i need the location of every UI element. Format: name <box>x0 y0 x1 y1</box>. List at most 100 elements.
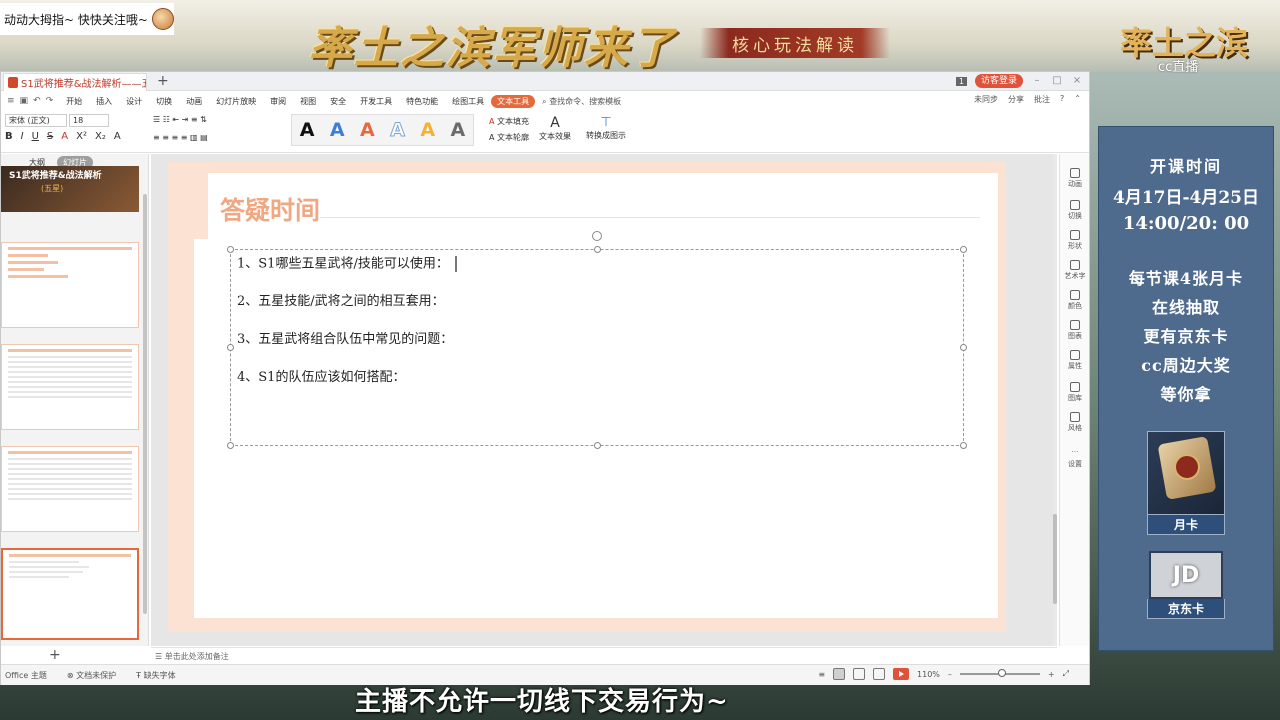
canvas-scrollbar[interactable] <box>1053 154 1057 646</box>
sidebar-chart[interactable]: 图表 <box>1060 320 1090 341</box>
save-icon[interactable]: ▣ <box>20 96 29 106</box>
undo-icon[interactable]: ↶ <box>33 96 41 106</box>
slide-thumbnail-1[interactable]: S1武将推荐&战法解析 (五星) <box>1 166 139 212</box>
text-style-option[interactable]: A <box>420 119 435 141</box>
chevron-up-icon[interactable]: ⌃ <box>1074 94 1081 105</box>
text-effect-icon: A <box>550 115 560 131</box>
text-outline-button[interactable]: A 文本轮廓 <box>489 132 529 143</box>
convert-diagram-button[interactable]: ⊤ 转换成图示 <box>586 115 626 141</box>
subscript-button[interactable]: X₂ <box>95 131 106 142</box>
menu-slideshow[interactable]: 幻灯片放映 <box>209 96 263 107</box>
sidebar-settings[interactable]: ··· 设置 <box>1060 448 1090 469</box>
new-tab-button[interactable]: + <box>157 73 169 89</box>
minimize-icon[interactable]: – <box>1031 75 1043 87</box>
menu-drawing-tools[interactable]: 绘图工具 <box>445 96 491 107</box>
zoom-out-icon[interactable]: – <box>948 670 952 679</box>
menu-design[interactable]: 设计 <box>119 96 149 107</box>
comment-button[interactable]: 批注 <box>1034 94 1050 105</box>
text-style-option[interactable]: A <box>300 119 315 141</box>
sidebar-wordart[interactable]: 艺术字 <box>1060 260 1090 281</box>
text-effect-button[interactable]: A 文本效果 <box>539 115 571 142</box>
sidebar-transition[interactable]: 切换 <box>1060 200 1090 221</box>
menu-review[interactable]: 审阅 <box>263 96 293 107</box>
sidebar-color[interactable]: 颜色 <box>1060 290 1090 311</box>
notes-toggle-icon[interactable]: ≡ <box>818 670 825 679</box>
zoom-slider[interactable] <box>959 669 1040 677</box>
font-name-select[interactable]: 宋体 (正文) <box>5 114 67 127</box>
resize-handle[interactable] <box>227 442 234 449</box>
resize-handle[interactable] <box>960 344 967 351</box>
sidebar-shape[interactable]: 形状 <box>1060 230 1090 251</box>
selected-text-box[interactable]: 1、S1哪些五星武将/技能可以使用： 2、五星技能/武将之间的相互套用： 3、五… <box>227 231 967 449</box>
zoom-slider-knob[interactable] <box>997 669 1006 677</box>
resize-handle[interactable] <box>227 246 234 253</box>
login-button[interactable]: 访客登录 <box>974 74 1023 88</box>
font-color-button[interactable]: A <box>61 131 68 142</box>
canvas-scroll-thumb[interactable] <box>1053 514 1057 604</box>
sidebar-gallery[interactable]: 图库 <box>1060 382 1090 403</box>
help-icon[interactable]: ? <box>1060 94 1064 105</box>
sorter-view-icon[interactable] <box>853 668 866 680</box>
rotate-handle[interactable] <box>592 231 602 241</box>
menu-icon[interactable]: ≡ <box>7 96 15 106</box>
document-tab[interactable]: S1武将推荐&战法解析——五月 × <box>3 73 147 91</box>
menu-home[interactable]: 开始 <box>59 96 89 107</box>
resize-handle[interactable] <box>594 246 601 253</box>
thumbnail-scrollbar[interactable] <box>143 194 147 614</box>
missing-font-status[interactable]: Ŧ 缺失字体 <box>136 670 175 681</box>
text-style-option[interactable]: A <box>451 119 466 141</box>
slide-thumbnail-4[interactable] <box>1 446 139 532</box>
resize-handle[interactable] <box>960 442 967 449</box>
question-list: 1、S1哪些五星武将/技能可以使用： 2、五星技能/武将之间的相互套用： 3、五… <box>237 256 457 408</box>
text-style-option[interactable]: A <box>330 119 345 141</box>
font-size-select[interactable]: 18 <box>69 114 109 127</box>
menu-transition[interactable]: 切换 <box>149 96 179 107</box>
clear-format-button[interactable]: A <box>114 131 121 142</box>
menu-security[interactable]: 安全 <box>323 96 353 107</box>
menu-view[interactable]: 视图 <box>293 96 323 107</box>
italic-button[interactable]: I <box>21 131 24 142</box>
slide-title[interactable]: 答疑时间 <box>220 191 320 227</box>
add-slide-button[interactable]: + <box>49 647 61 663</box>
slide-thumbnail-5[interactable] <box>1 548 139 640</box>
fit-window-icon[interactable]: ⤢ <box>1063 669 1069 679</box>
resize-handle[interactable] <box>227 344 234 351</box>
zoom-level[interactable]: 110% <box>917 670 940 679</box>
resize-handle[interactable] <box>960 246 967 253</box>
sidebar-properties[interactable]: 属性 <box>1060 350 1090 371</box>
menu-features[interactable]: 特色功能 <box>399 96 445 107</box>
underline-button[interactable]: U <box>32 131 39 142</box>
search-icon: ⌕ <box>542 96 547 106</box>
text-outline-icon: A <box>489 133 495 142</box>
normal-view-icon[interactable] <box>833 668 846 680</box>
sidebar-style[interactable]: 风格 <box>1060 412 1090 433</box>
list-buttons[interactable]: ☰ ☷ ⇤ ⇥ ≡ ⇅ <box>153 115 207 124</box>
menu-insert[interactable]: 插入 <box>89 96 119 107</box>
zoom-in-icon[interactable]: + <box>1048 670 1055 679</box>
slide-thumbnail-2[interactable] <box>1 242 139 328</box>
command-search[interactable]: ⌕ 查找命令、搜索模板 <box>535 96 628 107</box>
redo-icon[interactable]: ↷ <box>46 96 54 106</box>
bold-button[interactable]: B <box>5 131 13 142</box>
slide-thumbnail-3[interactable] <box>1 344 139 430</box>
protect-status[interactable]: ⊗ 文档未保护 <box>67 670 116 681</box>
play-slideshow-button[interactable] <box>893 668 910 680</box>
resize-handle[interactable] <box>594 442 601 449</box>
text-fill-button[interactable]: A 文本填充 <box>489 116 529 127</box>
align-buttons[interactable]: ≡ ≡ ≡ ≡ ▥ ▤ <box>153 133 208 142</box>
text-style-option[interactable]: A <box>360 119 375 141</box>
share-button[interactable]: 分享 <box>1008 94 1024 105</box>
maximize-icon[interactable]: □ <box>1051 75 1063 87</box>
superscript-button[interactable]: X² <box>76 131 87 142</box>
theme-status[interactable]: Office 主题 <box>5 670 47 681</box>
sync-status[interactable]: 未同步 <box>974 94 998 105</box>
close-window-icon[interactable]: × <box>1071 75 1083 87</box>
notes-area[interactable]: ☰ 单击此处添加备注 <box>151 647 1057 663</box>
sidebar-animation[interactable]: 动画 <box>1060 168 1090 189</box>
reading-view-icon[interactable] <box>873 668 886 680</box>
text-style-option[interactable]: A <box>390 119 406 142</box>
menu-developer[interactable]: 开发工具 <box>353 96 399 107</box>
menu-animation[interactable]: 动画 <box>179 96 209 107</box>
menu-text-tools[interactable]: 文本工具 <box>491 94 536 108</box>
strikethrough-button[interactable]: S <box>47 131 53 142</box>
